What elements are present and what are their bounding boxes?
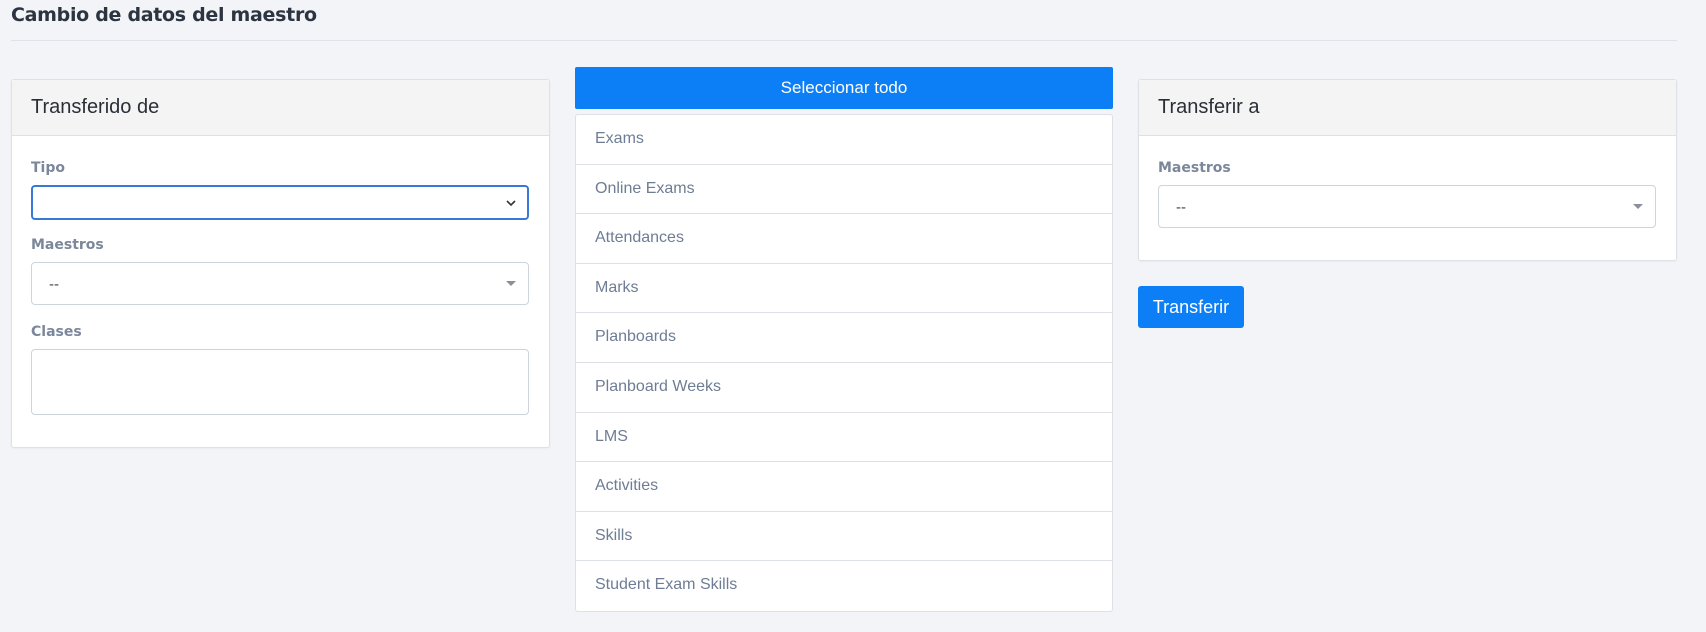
- list-item-lms[interactable]: LMS: [576, 413, 1112, 463]
- caret-down-icon: [1633, 204, 1643, 209]
- list-item-attendances[interactable]: Attendances: [576, 214, 1112, 264]
- from-maestros-select[interactable]: --: [31, 262, 529, 305]
- tipo-select[interactable]: [31, 185, 529, 220]
- to-panel-header: Transferir a: [1139, 80, 1676, 136]
- from-panel-header: Transferido de: [12, 80, 549, 136]
- clases-field[interactable]: [31, 349, 529, 415]
- clases-label: Clases: [31, 324, 82, 340]
- list-item-online-exams[interactable]: Online Exams: [576, 165, 1112, 215]
- list-item-activities[interactable]: Activities: [576, 462, 1112, 512]
- caret-down-icon: [506, 281, 516, 286]
- from-panel: Transferido de Tipo Maestros -- Clases: [11, 79, 550, 448]
- to-maestros-value: --: [1176, 199, 1186, 216]
- to-maestros-label: Maestros: [1158, 160, 1231, 176]
- list-item-planboards[interactable]: Planboards: [576, 313, 1112, 363]
- title-divider: [11, 40, 1677, 41]
- list-item-exams[interactable]: Exams: [576, 115, 1112, 165]
- from-maestros-value: --: [49, 276, 59, 293]
- tipo-label: Tipo: [31, 160, 65, 176]
- maestros-label: Maestros: [31, 237, 104, 253]
- list-item-planboard-weeks[interactable]: Planboard Weeks: [576, 363, 1112, 413]
- page-title: Cambio de datos del maestro: [11, 4, 317, 26]
- list-item-marks[interactable]: Marks: [576, 264, 1112, 314]
- chevron-down-icon: [506, 200, 516, 207]
- list-item-student-exam-skills[interactable]: Student Exam Skills: [576, 561, 1112, 611]
- to-panel: Transferir a Maestros --: [1138, 79, 1677, 261]
- to-maestros-select[interactable]: --: [1158, 185, 1656, 228]
- transfer-button[interactable]: Transferir: [1138, 286, 1244, 328]
- data-type-list: Exams Online Exams Attendances Marks Pla…: [575, 114, 1113, 612]
- select-all-button[interactable]: Seleccionar todo: [575, 67, 1113, 109]
- list-item-skills[interactable]: Skills: [576, 512, 1112, 562]
